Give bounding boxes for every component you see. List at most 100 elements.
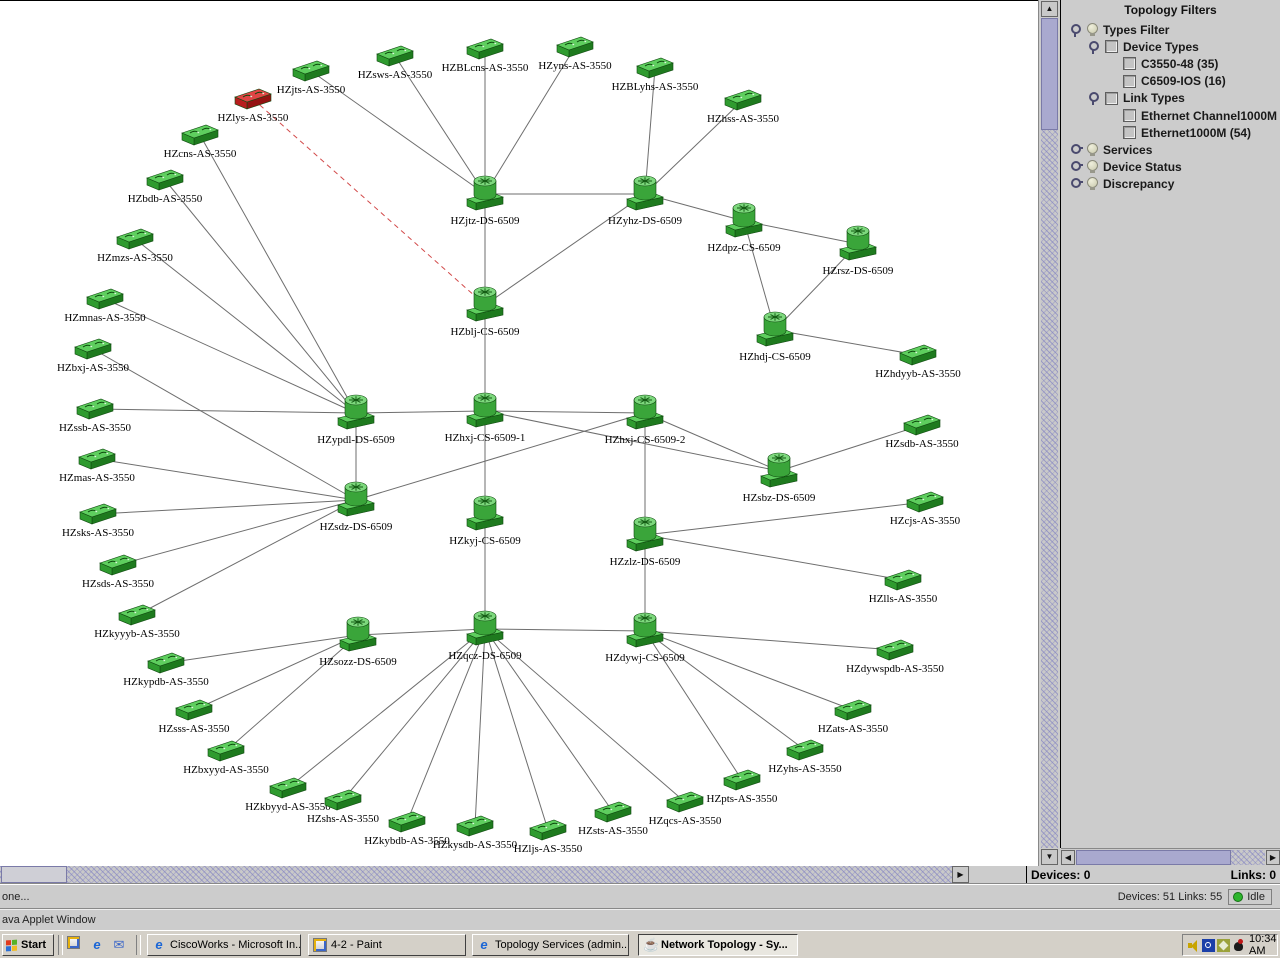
panel-horizontal-scrollbar[interactable]: ◀ ▶ — [1061, 848, 1280, 866]
topology-node-jts[interactable]: HZjts-AS-3550 — [277, 61, 346, 96]
topology-node-sds[interactable]: HZsds-AS-3550 — [82, 555, 155, 590]
topology-node-sdz[interactable]: HZsdz-DS-6509 — [320, 482, 393, 533]
topology-link[interactable] — [645, 502, 925, 535]
topology-node-yhs[interactable]: HZyhs-AS-3550 — [768, 740, 842, 775]
topology-node-BLyhs[interactable]: HZBLyhs-AS-3550 — [612, 58, 699, 93]
collapse-handle-icon[interactable] — [1087, 91, 1100, 105]
start-button[interactable]: Start — [2, 934, 54, 956]
topology-link[interactable] — [645, 631, 805, 750]
expand-handle-icon[interactable] — [1069, 160, 1082, 174]
topology-node-sks[interactable]: HZsks-AS-3550 — [62, 504, 135, 539]
scroll-right-arrow-icon[interactable]: ▶ — [952, 866, 969, 883]
display-tray-icon[interactable] — [1217, 939, 1230, 952]
quicklaunch-desktop-icon[interactable] — [64, 936, 82, 954]
scroll-right-arrow-icon[interactable]: ▶ — [1266, 850, 1280, 865]
topology-node-mnas[interactable]: HZmnas-AS-3550 — [64, 289, 146, 324]
topology-node-jtz[interactable]: HZjtz-DS-6509 — [450, 176, 520, 227]
scroll-up-arrow-icon[interactable]: ▲ — [1041, 1, 1058, 17]
topology-link[interactable] — [226, 635, 358, 751]
topology-link[interactable] — [98, 500, 356, 514]
quicklaunch-ie-icon[interactable]: e — [88, 936, 106, 954]
topology-node-cns[interactable]: HZcns-AS-3550 — [164, 125, 237, 160]
topology-link[interactable] — [137, 500, 356, 615]
topology-node-qcz[interactable]: HZqcz-DS-6509 — [448, 611, 522, 662]
topology-node-pts[interactable]: HZpts-AS-3550 — [707, 770, 778, 805]
topology-node-kysdb[interactable]: HZkysdb-AS-3550 — [433, 816, 518, 851]
topology-link[interactable] — [485, 411, 645, 413]
taskbar-task-network-topology-sy-[interactable]: ☕Network Topology - Sy... — [638, 934, 798, 956]
tree-item-device-types[interactable]: Device Types — [1087, 39, 1199, 54]
topology-node-BLcns[interactable]: HZBLcns-AS-3550 — [442, 39, 529, 74]
topology-link[interactable] — [645, 535, 903, 580]
topology-node-mzs[interactable]: HZmzs-AS-3550 — [97, 229, 173, 264]
checkbox[interactable] — [1105, 40, 1118, 53]
scroll-left-arrow-icon[interactable]: ◀ — [1061, 850, 1075, 865]
scrollbar-thumb[interactable] — [1, 866, 67, 883]
collapse-handle-icon[interactable] — [1087, 40, 1100, 54]
topology-node-bxj[interactable]: HZbxj-AS-3550 — [57, 339, 130, 374]
tree-item-c3550-48-35-[interactable]: C3550-48 (35) — [1123, 56, 1218, 71]
checkbox[interactable] — [1123, 75, 1136, 88]
taskbar-task-4-2-paint[interactable]: 4-2 - Paint — [308, 934, 466, 956]
topology-node-kyyyb[interactable]: HZkyyyb-AS-3550 — [94, 605, 180, 640]
topology-node-kbyyd[interactable]: HZkbyyd-AS-3550 — [245, 778, 331, 813]
scrollbar-track[interactable] — [0, 866, 952, 883]
tree-item-ethernet-channel1000m[interactable]: Ethernet Channel1000M — [1123, 108, 1277, 123]
tree-item-ethernet1000m-54-[interactable]: Ethernet1000M (54) — [1123, 125, 1251, 140]
topology-node-dywspdb[interactable]: HZdywspdb-AS-3550 — [846, 640, 944, 675]
topology-node-ljs[interactable]: HZljs-AS-3550 — [514, 820, 583, 855]
tree-item-device-status[interactable]: Device Status — [1069, 160, 1182, 175]
topology-node-bdb[interactable]: HZbdb-AS-3550 — [128, 170, 203, 205]
checkbox[interactable] — [1105, 92, 1118, 105]
topology-link[interactable] — [356, 411, 485, 413]
topology-node-sts[interactable]: HZsts-AS-3550 — [578, 802, 648, 837]
scrollbar-track[interactable] — [1041, 18, 1058, 848]
topology-node-sozz[interactable]: HZsozz-DS-6509 — [319, 617, 397, 668]
topology-map-canvas[interactable]: HZjts-AS-3550HZsws-AS-3550HZBLcns-AS-355… — [0, 0, 1038, 866]
expand-handle-icon[interactable] — [1069, 177, 1082, 191]
topology-link[interactable] — [194, 635, 358, 710]
topology-node-kyj[interactable]: HZkyj-CS-6509 — [449, 496, 521, 547]
topology-node-yns[interactable]: HZyns-AS-3550 — [538, 37, 612, 72]
topology-link[interactable] — [200, 135, 356, 413]
agent-tray-icon[interactable] — [1232, 939, 1245, 952]
checkbox[interactable] — [1123, 126, 1136, 139]
taskbar-task-topology-services-admin-[interactable]: eTopology Services (admin... — [472, 934, 629, 956]
topology-node-lls[interactable]: HZlls-AS-3550 — [869, 570, 938, 605]
topology-node-ssb[interactable]: HZssb-AS-3550 — [59, 399, 132, 434]
topology-link[interactable] — [485, 194, 645, 305]
tree-item-link-types[interactable]: Link Types — [1087, 91, 1185, 106]
topology-node-ypdl[interactable]: HZypdl-DS-6509 — [317, 395, 395, 446]
map-vertical-scrollbar[interactable]: ▲ ▼ — [1038, 0, 1059, 866]
topology-node-ats[interactable]: HZats-AS-3550 — [818, 700, 889, 735]
topology-link[interactable] — [356, 413, 645, 500]
topology-node-sbz[interactable]: HZsbz-DS-6509 — [743, 453, 816, 504]
topology-link[interactable] — [645, 631, 853, 710]
checkbox[interactable] — [1123, 57, 1136, 70]
topology-node-bxyyd[interactable]: HZbxyyd-AS-3550 — [183, 741, 269, 776]
topology-node-zlz[interactable]: HZzlz-DS-6509 — [610, 517, 681, 568]
taskbar-task-ciscoworks-microsoft-in-[interactable]: eCiscoWorks - Microsoft In... — [147, 934, 301, 956]
topology-node-sss[interactable]: HZsss-AS-3550 — [159, 700, 230, 735]
tree-item-services[interactable]: Services — [1069, 142, 1152, 157]
scroll-down-arrow-icon[interactable]: ▼ — [1041, 849, 1058, 865]
topology-link[interactable] — [358, 629, 485, 635]
scrollbar-thumb[interactable] — [1076, 850, 1231, 865]
topology-node-hdj[interactable]: HZhdj-CS-6509 — [739, 312, 811, 363]
tree-item-c6509-ios-16-[interactable]: C6509-IOS (16) — [1123, 74, 1226, 89]
map-horizontal-scrollbar[interactable]: ▶ — [0, 866, 970, 883]
topology-node-hss[interactable]: HZhss-AS-3550 — [707, 90, 780, 125]
topology-node-blj[interactable]: HZblj-CS-6509 — [450, 287, 520, 338]
collapse-handle-icon[interactable] — [1069, 23, 1082, 37]
topology-link[interactable] — [165, 180, 356, 413]
topology-node-hxj1[interactable]: HZhxj-CS-6509-1 — [445, 393, 526, 444]
checkbox[interactable] — [1123, 109, 1136, 122]
expand-handle-icon[interactable] — [1069, 143, 1082, 157]
topology-node-sdb[interactable]: HZsdb-AS-3550 — [885, 415, 959, 450]
topology-node-mas[interactable]: HZmas-AS-3550 — [59, 449, 135, 484]
topology-node-dpz[interactable]: HZdpz-CS-6509 — [707, 203, 781, 254]
tree-item-types-filter[interactable]: Types Filter — [1069, 22, 1169, 37]
topology-link[interactable] — [645, 631, 895, 650]
tree-item-discrepancy[interactable]: Discrepancy — [1069, 177, 1174, 192]
topology-link[interactable] — [97, 459, 356, 500]
